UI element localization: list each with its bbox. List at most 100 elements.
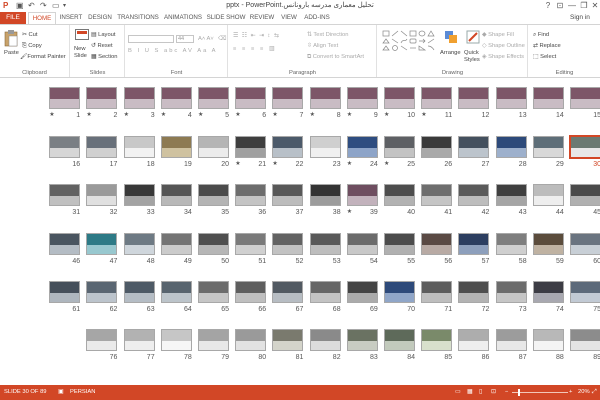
select-button[interactable]: ⬚ Select xyxy=(533,53,556,61)
slide-thumbnail[interactable] xyxy=(346,329,378,351)
tab-insert[interactable]: INSERT xyxy=(57,12,85,24)
shape-outline-button[interactable]: ◇ Shape Outline xyxy=(482,42,525,50)
slide-thumbnail[interactable] xyxy=(235,184,267,206)
slide-thumbnail[interactable] xyxy=(532,87,564,109)
align-icons[interactable]: ≡ ≡ ≡ ≡ ▥ xyxy=(233,45,276,53)
shape-fill-button[interactable]: ◆ Shape Fill xyxy=(482,31,514,39)
slide-thumbnail[interactable] xyxy=(160,184,192,206)
help-button[interactable]: ? xyxy=(542,0,554,11)
slide-thumbnail[interactable] xyxy=(235,233,267,255)
slide-thumbnail[interactable] xyxy=(160,281,192,303)
slide-thumbnail[interactable] xyxy=(458,184,490,206)
close-button[interactable]: ✕ xyxy=(589,0,600,11)
align-text-button[interactable]: ⇳ Align Text xyxy=(307,42,338,50)
slide-thumbnail[interactable] xyxy=(272,136,304,158)
tab-design[interactable]: DESIGN xyxy=(86,12,114,24)
slide-thumbnail[interactable] xyxy=(123,329,155,351)
slide-thumbnail[interactable] xyxy=(49,233,81,255)
font-format-icons[interactable]: B I U S abc AV Aa A xyxy=(128,47,217,55)
tab-file[interactable]: FILE xyxy=(0,12,26,24)
copy-button[interactable]: ⎘ Copy xyxy=(22,42,42,50)
slide-thumbnail[interactable] xyxy=(495,281,527,303)
tab-view[interactable]: VIEW xyxy=(278,12,300,24)
slide-thumbnail[interactable] xyxy=(346,87,378,109)
slide-thumbnail[interactable] xyxy=(123,281,155,303)
text-direction-button[interactable]: ⇅ Text Direction xyxy=(307,31,349,39)
slide-thumbnail[interactable] xyxy=(495,136,527,158)
new-slide-icon[interactable] xyxy=(75,29,89,42)
slide-thumbnail[interactable] xyxy=(235,136,267,158)
slide-thumbnail[interactable] xyxy=(495,87,527,109)
slide-thumbnail[interactable] xyxy=(458,233,490,255)
slide-thumbnail[interactable] xyxy=(272,281,304,303)
slide-thumbnail[interactable] xyxy=(384,184,415,206)
slide-thumbnail[interactable] xyxy=(198,233,229,255)
slide-thumbnail[interactable] xyxy=(235,87,267,109)
slide-thumbnail[interactable] xyxy=(86,184,118,206)
zoom-slider[interactable] xyxy=(512,392,568,393)
slide-thumbnail[interactable] xyxy=(346,233,378,255)
slide-thumbnail[interactable] xyxy=(86,233,118,255)
arrange-label[interactable]: Arrange xyxy=(440,49,461,57)
zoom-in-icon[interactable]: + xyxy=(569,389,572,395)
language-indicator[interactable]: PERSIAN xyxy=(70,389,95,395)
slide-thumbnail[interactable] xyxy=(272,184,304,206)
ribbon-options-icon[interactable]: ⊡ xyxy=(554,0,566,11)
zoom-out-icon[interactable]: − xyxy=(505,389,508,395)
save-icon[interactable]: ▣ xyxy=(16,1,24,11)
fit-to-window-icon[interactable]: ⤢ xyxy=(592,389,597,396)
slide-thumbnail[interactable] xyxy=(495,233,527,255)
quick-styles-icon[interactable] xyxy=(466,30,480,44)
slide-thumbnail[interactable] xyxy=(123,136,155,158)
customize-qat-icon[interactable]: ▾ xyxy=(63,1,66,11)
tab-review[interactable]: REVIEW xyxy=(248,12,276,24)
slide-thumbnail[interactable] xyxy=(198,184,229,206)
slide-thumbnail[interactable] xyxy=(570,281,600,303)
normal-view-icon[interactable]: ▭ xyxy=(455,389,460,395)
slide-thumbnail[interactable] xyxy=(532,281,564,303)
slideshow-view-icon[interactable]: ⊡ xyxy=(491,389,496,395)
slide-thumbnail[interactable] xyxy=(235,329,267,351)
slide-thumbnail[interactable] xyxy=(198,136,229,158)
slide-thumbnail[interactable] xyxy=(532,329,564,351)
slide-thumbnail[interactable] xyxy=(458,329,490,351)
slide-thumbnail[interactable] xyxy=(123,184,155,206)
slide-thumbnail[interactable] xyxy=(495,184,527,206)
format-painter-button[interactable]: 🖌Format Painter xyxy=(20,53,66,61)
slide-thumbnail[interactable] xyxy=(570,329,600,351)
zoom-slider-thumb[interactable] xyxy=(518,389,520,396)
slide-thumbnail[interactable] xyxy=(532,136,564,158)
slide-thumbnail[interactable] xyxy=(570,87,600,109)
slide-thumbnail[interactable] xyxy=(160,87,192,109)
replace-button[interactable]: ⇄ Replace xyxy=(533,42,561,50)
slide-thumbnail[interactable] xyxy=(421,184,453,206)
slide-thumbnail[interactable] xyxy=(570,233,600,255)
tab-add-ins[interactable]: ADD-INS xyxy=(302,12,332,24)
slide-thumbnail[interactable] xyxy=(123,233,155,255)
clear-format-icon[interactable]: ⌫ xyxy=(218,35,226,43)
paste-button[interactable]: Paste xyxy=(4,49,19,57)
shapes-gallery-icon[interactable] xyxy=(382,30,438,58)
reset-button[interactable]: ↺ Reset xyxy=(91,42,113,50)
slide-thumbnail[interactable] xyxy=(495,329,527,351)
slide-thumbnail[interactable] xyxy=(272,87,304,109)
slide-thumbnail[interactable] xyxy=(384,233,415,255)
slide-thumbnail[interactable] xyxy=(272,329,304,351)
slide-thumbnail[interactable] xyxy=(49,136,81,158)
tab-transitions[interactable]: TRANSITIONS xyxy=(116,12,160,24)
slide-thumbnail[interactable] xyxy=(49,87,81,109)
slide-thumbnail[interactable] xyxy=(49,281,81,303)
slide-thumbnail[interactable] xyxy=(86,281,118,303)
slide-thumbnail[interactable] xyxy=(160,329,192,351)
slide-thumbnail[interactable] xyxy=(198,281,229,303)
slide-thumbnail[interactable] xyxy=(570,184,600,206)
slide-thumbnail[interactable] xyxy=(49,184,81,206)
sign-in-link[interactable]: Sign in xyxy=(570,14,590,21)
slide-sorter-icon[interactable]: ▦ xyxy=(467,389,472,395)
tab-animations[interactable]: ANIMATIONS xyxy=(162,12,204,24)
slide-thumbnail[interactable] xyxy=(421,233,453,255)
slide-thumbnail[interactable] xyxy=(160,233,192,255)
slide-thumbnail[interactable] xyxy=(309,87,341,109)
slide-thumbnail[interactable] xyxy=(384,281,415,303)
slide-thumbnail[interactable] xyxy=(160,136,192,158)
